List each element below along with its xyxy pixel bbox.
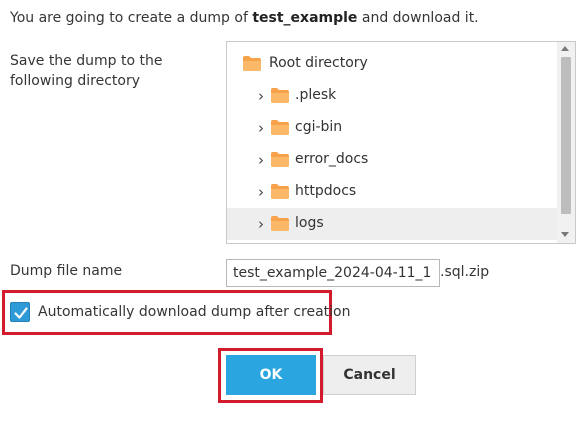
tree-item-cgi-bin[interactable]: › cgi-bin [227, 112, 558, 144]
intro-suffix: and download it. [357, 10, 479, 26]
check-icon [14, 307, 28, 319]
scrollbar-thumb[interactable] [561, 57, 571, 214]
tree-scrollbar[interactable] [557, 42, 575, 243]
scroll-up-arrow-icon[interactable] [561, 46, 569, 51]
tree-item-logs[interactable]: › logs [227, 208, 558, 240]
ok-button[interactable]: OK [226, 355, 316, 395]
tree-item-label: Root directory [269, 55, 368, 71]
tree-item-label: cgi-bin [295, 119, 343, 135]
directory-tree[interactable]: Root directory › .plesk › cgi-bin › erro… [226, 41, 576, 244]
tree-item-label: error_docs [295, 151, 369, 167]
chevron-right-icon[interactable]: › [254, 120, 268, 136]
chevron-right-icon[interactable]: › [254, 88, 268, 104]
dump-file-name-input[interactable] [226, 259, 440, 287]
folder-icon [271, 216, 289, 231]
scroll-down-arrow-icon[interactable] [561, 232, 569, 237]
dump-file-extension: .sql.zip [440, 264, 490, 280]
intro-database-name: test_example [252, 10, 358, 26]
tree-item-label: logs [295, 215, 324, 231]
intro-text: You are going to create a dump of test_e… [10, 10, 479, 26]
cancel-button[interactable]: Cancel [323, 355, 416, 395]
folder-icon [243, 56, 261, 71]
chevron-right-icon[interactable]: › [254, 184, 268, 200]
tree-item-plesk[interactable]: › .plesk [227, 80, 558, 112]
tree-item-error-docs[interactable]: › error_docs [227, 144, 558, 176]
directory-label: Save the dump to the following directory [10, 53, 163, 89]
chevron-right-icon[interactable]: › [254, 152, 268, 168]
tree-item-label: httpdocs [295, 183, 357, 199]
folder-icon [271, 152, 289, 167]
tree-item-label: .plesk [295, 87, 337, 103]
folder-icon [271, 88, 289, 103]
auto-download-checkbox[interactable] [10, 302, 30, 322]
folder-icon [271, 184, 289, 199]
tree-item-httpdocs[interactable]: › httpdocs [227, 176, 558, 208]
chevron-right-icon[interactable]: › [254, 216, 268, 232]
dump-file-name-label: Dump file name [10, 263, 123, 279]
intro-prefix: You are going to create a dump of [10, 10, 253, 26]
tree-item-root-directory[interactable]: Root directory [227, 48, 558, 80]
folder-icon [271, 120, 289, 135]
auto-download-label[interactable]: Automatically download dump after creati… [38, 304, 351, 320]
